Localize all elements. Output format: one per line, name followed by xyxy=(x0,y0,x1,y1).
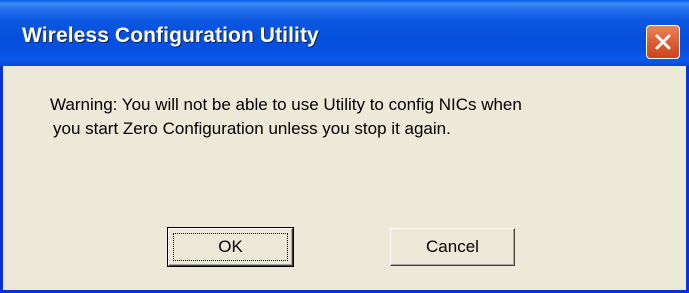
dialog-body: Warning: You will not be able to use Uti… xyxy=(3,66,686,290)
title-bar[interactable]: Wireless Configuration Utility xyxy=(0,0,689,66)
warning-message-line-1: Warning: You will not be able to use Uti… xyxy=(50,95,522,114)
ok-button[interactable]: OK xyxy=(167,227,294,267)
cancel-button[interactable]: Cancel xyxy=(390,228,515,266)
dialog-window: Wireless Configuration Utility Warning: … xyxy=(0,0,689,293)
window-title: Wireless Configuration Utility xyxy=(22,24,319,47)
close-icon xyxy=(653,32,673,52)
warning-message: Warning: You will not be able to use Uti… xyxy=(50,93,670,141)
ok-button-label: OK xyxy=(218,237,243,256)
close-button[interactable] xyxy=(646,25,680,59)
cancel-button-label: Cancel xyxy=(426,237,479,256)
warning-message-line-2: you start Zero Configuration unless you … xyxy=(53,119,451,138)
